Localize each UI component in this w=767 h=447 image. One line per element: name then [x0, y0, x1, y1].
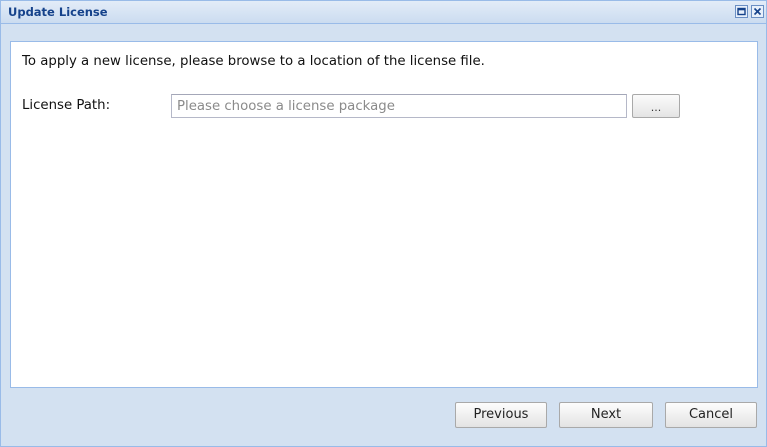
maximize-icon[interactable]	[735, 5, 748, 18]
license-path-input[interactable]	[171, 94, 627, 118]
dialog-titlebar[interactable]: Update License	[1, 1, 766, 24]
license-path-label: License Path:	[22, 98, 111, 113]
content-panel: To apply a new license, please browse to…	[10, 41, 758, 388]
previous-button[interactable]: Previous	[455, 402, 547, 428]
browse-button[interactable]: ...	[632, 94, 680, 118]
dialog-title: Update License	[8, 5, 108, 19]
cancel-button[interactable]: Cancel	[665, 402, 757, 428]
update-license-dialog: Update License To apply a new license, p…	[0, 0, 767, 447]
next-button[interactable]: Next	[559, 402, 653, 428]
close-icon[interactable]	[751, 5, 764, 18]
intro-text: To apply a new license, please browse to…	[22, 54, 485, 69]
